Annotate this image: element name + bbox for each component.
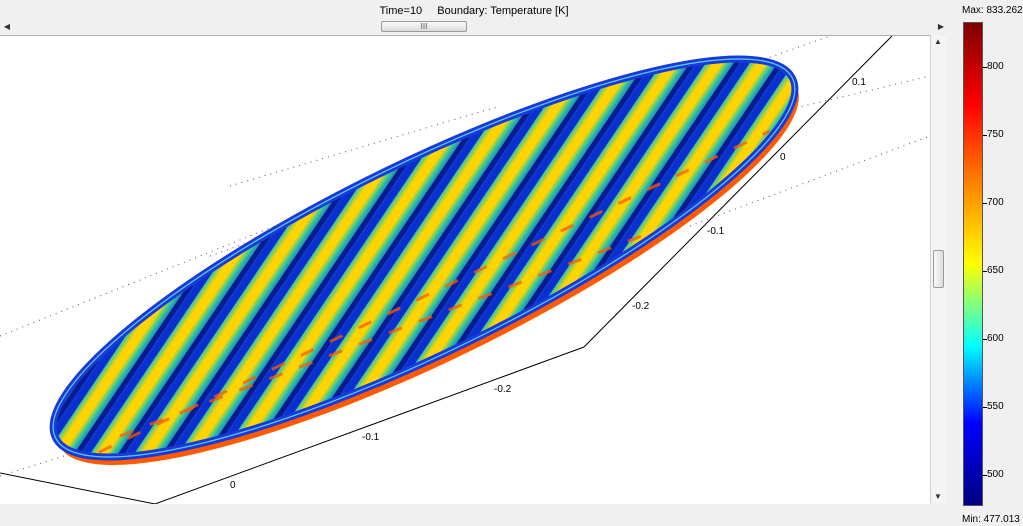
- scroll-left-icon[interactable]: ◀: [0, 20, 14, 34]
- scroll-down-icon[interactable]: ▼: [934, 492, 942, 501]
- colorbar-tick-label: 600: [987, 332, 1004, 344]
- channel-stripe: [13, 36, 56, 504]
- horizontal-scroll-thumb[interactable]: III: [381, 21, 467, 32]
- colorbar-legend: Max: 833.262 800 750 700 650 600 550 500 Min: …: [952, 0, 1023, 526]
- scroll-up-icon[interactable]: ▲: [934, 37, 942, 46]
- y-tick-3: -0.2: [632, 301, 650, 312]
- 3d-plot-area[interactable]: 0 -0.1 -0.2 0.1 0 -0.1 -0.2: [0, 35, 930, 504]
- colorbar-min-label: Min: 477.013: [962, 514, 1020, 525]
- plot-title: Time=10 Boundary: Temperature [K]: [0, 0, 948, 20]
- plot-canvas[interactable]: 0 -0.1 -0.2 0.1 0 -0.1 -0.2: [0, 36, 930, 504]
- colorbar-tick-label: 750: [987, 129, 1004, 141]
- channel-stripe: [0, 36, 12, 504]
- y-tick-0: 0.1: [852, 77, 866, 88]
- x-tick-0: 0: [230, 480, 236, 491]
- vertical-scroll-thumb[interactable]: [933, 250, 944, 288]
- colorbar-tick-label: 550: [987, 400, 1004, 412]
- time-label: Time=10: [379, 5, 423, 17]
- boundary-label: Boundary: Temperature [K]: [437, 5, 569, 17]
- vertical-scrollbar[interactable]: ▲ ▼: [930, 35, 947, 503]
- colorbar-max-label: Max: 833.262: [962, 5, 1023, 16]
- colorbar-tick-label: 700: [987, 197, 1004, 209]
- y-tick-2: -0.1: [707, 226, 725, 237]
- y-tick-1: 0: [780, 152, 786, 163]
- colorbar-tick-label: 500: [987, 468, 1004, 480]
- colorbar-tick-label: 650: [987, 264, 1004, 276]
- horizontal-scrollbar[interactable]: ◀ III ▶: [0, 20, 948, 34]
- colorbar-tick-label: 800: [987, 61, 1004, 73]
- scroll-right-icon[interactable]: ▶: [934, 20, 948, 34]
- x-tick-1: -0.1: [362, 432, 380, 443]
- colorbar-gradient: [963, 22, 983, 506]
- x-tick-2: -0.2: [494, 384, 512, 395]
